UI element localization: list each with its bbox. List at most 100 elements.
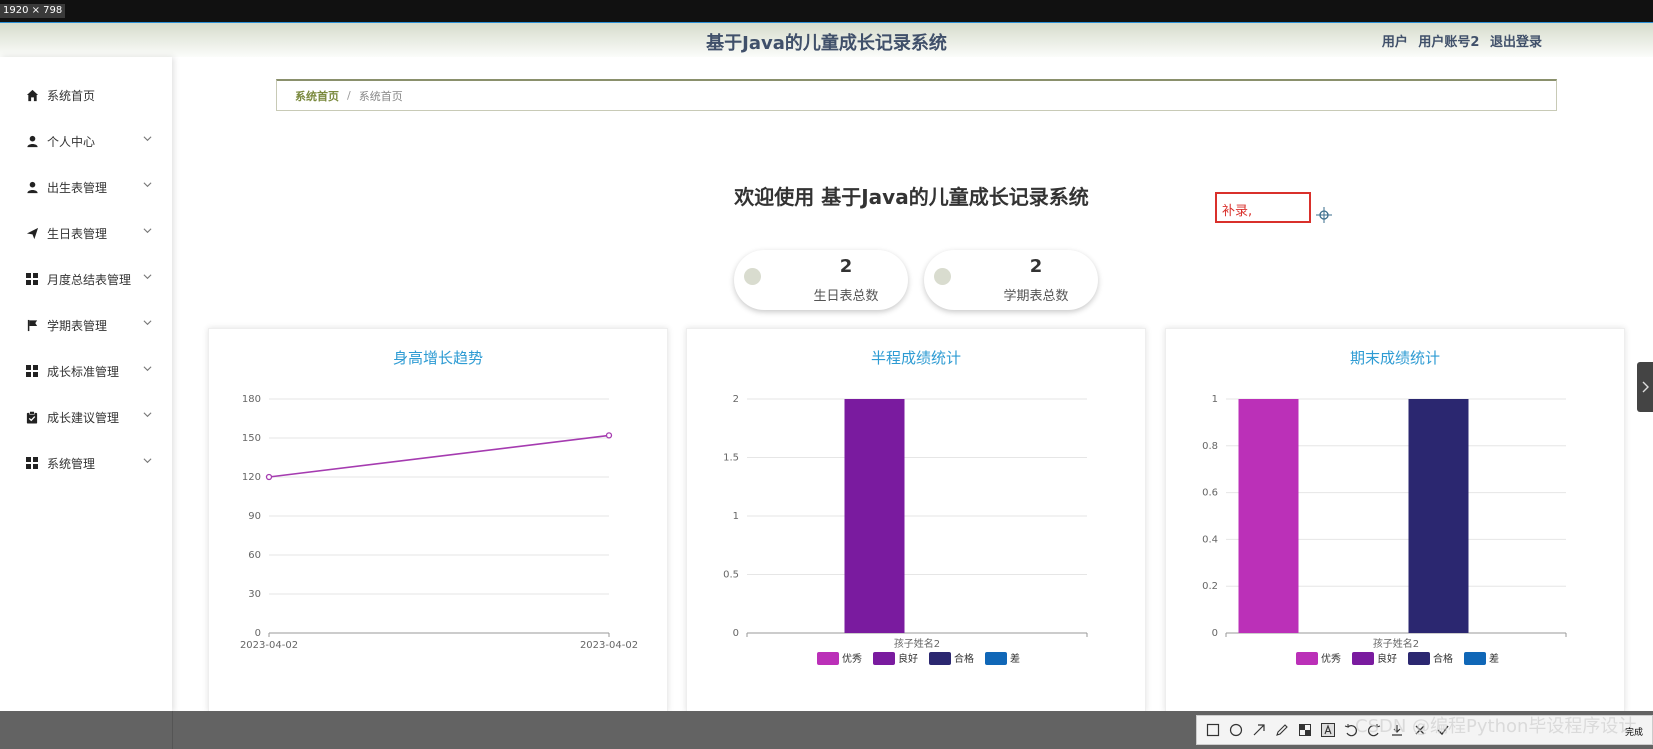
y-tick-label: 0.8 (1202, 441, 1218, 452)
x-tick-label: 孩子姓名2 (894, 637, 940, 650)
divider (172, 711, 173, 749)
line-chart: 0 30 60 90 120 150 180 2023-04-02 2023-04-02 (240, 394, 638, 651)
breadcrumb-home-link[interactable]: 系统首页 (295, 88, 339, 104)
y-tick-label: 150 (242, 433, 261, 444)
chevron-down-icon (143, 228, 152, 234)
stat-label: 学期表总数 (1003, 289, 1069, 304)
breadcrumb-separator: / (347, 89, 351, 102)
y-tick-label: 0.5 (723, 570, 739, 581)
data-point (265, 473, 273, 481)
bar (1408, 399, 1469, 633)
sidebar-item-semester-table[interactable]: 学期表管理 (0, 305, 172, 345)
chevron-down-icon (143, 366, 152, 372)
legend-swatch (985, 652, 1007, 665)
sidebar-item-label: 系统管理 (47, 456, 96, 471)
x-tick-label: 2023-04-02 (240, 640, 298, 651)
user-account: 用户账号2 (1418, 35, 1480, 50)
user-area: 用户 用户账号2 退出登录 (1376, 31, 1542, 50)
chevron-down-icon (143, 412, 152, 418)
bar-chart: 0 0.2 0.4 0.6 0.8 1 孩子姓名2 优秀 良好 合格 差 (1202, 394, 1567, 665)
sidebar-item-birthday-table[interactable]: 生日表管理 (0, 213, 172, 253)
legend-label: 优秀 (1321, 652, 1341, 665)
crosshair-icon (1316, 207, 1332, 223)
grid-icon (25, 272, 39, 286)
welcome-title: 欢迎使用 基于Java的儿童成长记录系统 (734, 185, 1089, 209)
logout-link[interactable]: 退出登录 (1490, 35, 1542, 50)
breadcrumb: 系统首页 / 系统首页 (276, 79, 1557, 111)
text-icon[interactable] (1320, 722, 1336, 738)
y-tick-label: 1 (1212, 394, 1218, 405)
legend-swatch (1352, 652, 1374, 665)
sidebar-item-monthly-summary[interactable]: 月度总结表管理 (0, 259, 172, 299)
user-icon (25, 134, 39, 148)
sidebar-item-label: 个人中心 (47, 134, 96, 149)
y-tick-label: 0.2 (1202, 581, 1218, 592)
y-tick-label: 0 (733, 628, 739, 639)
arrow-icon[interactable] (1251, 722, 1267, 738)
legend-swatch (817, 652, 839, 665)
app-header: 基于Java的儿童成长记录系统 用户 用户账号2 退出登录 (0, 23, 1653, 57)
chevron-down-icon (143, 458, 152, 464)
sidebar-item-label: 月度总结表管理 (47, 272, 132, 287)
user-role: 用户 (1381, 35, 1408, 50)
stat-card-birthday-total: 2 生日表总数 (734, 250, 908, 310)
x-tick-label: 2023-04-02 (580, 640, 638, 651)
annotation-note: 补录, (1215, 192, 1311, 223)
grid-icon (25, 456, 39, 470)
sidebar-item-system-management[interactable]: 系统管理 (0, 443, 172, 483)
ellipse-icon[interactable] (1228, 722, 1244, 738)
sidebar-item-label: 系统首页 (47, 88, 96, 103)
sidebar-item-label: 学期表管理 (47, 318, 108, 333)
sidebar-item-personal-center[interactable]: 个人中心 (0, 121, 172, 161)
legend-swatch (873, 652, 895, 665)
breadcrumb-current: 系统首页 (358, 89, 403, 103)
capture-size-label: 1920 × 798 (0, 4, 66, 18)
y-tick-label: 1.5 (723, 453, 739, 464)
rectangle-icon[interactable] (1205, 722, 1221, 738)
screenshot: 1920 × 798 基于Java的儿童成长记录系统 用户 用户账号2 退出登录… (0, 0, 1653, 749)
grid-icon (25, 364, 39, 378)
chevron-down-icon (143, 274, 152, 280)
chart-card-height-trend: 身高增长趋势 0 30 60 90 120 150 180 2023-04-02 2023-04… (208, 328, 668, 712)
x-tick-label: 孩子姓名2 (1373, 637, 1419, 650)
chart-card-final-scores: 期末成绩统计 0 0.2 0.4 0.6 0.8 1 孩子姓名2 优秀 良好 合格差 (1165, 328, 1625, 712)
legend-label: 良好 (898, 652, 918, 665)
stat-dot-icon (934, 268, 951, 285)
pen-icon[interactable] (1274, 722, 1290, 738)
sidebar-item-home[interactable]: 系统首页 (0, 75, 172, 115)
sidebar-item-growth-advice[interactable]: 成长建议管理 (0, 397, 172, 437)
chevron-down-icon (143, 320, 152, 326)
bar (844, 399, 905, 633)
finish-label[interactable]: 完成 (1625, 725, 1643, 738)
watermark: CSDN @编程Python毕设程序设计 (1355, 716, 1637, 737)
chart-card-midterm-scores: 半程成绩统计 0 0.5 1 1.5 2 孩子姓名2 优秀 良好 合格差 (686, 328, 1146, 712)
stat-dot-icon (744, 268, 761, 285)
sidebar-item-label: 成长标准管理 (47, 364, 120, 379)
legend-label: 优秀 (842, 652, 862, 665)
stat-label: 生日表总数 (813, 289, 879, 304)
y-tick-label: 60 (248, 550, 261, 561)
sidebar-item-growth-standard[interactable]: 成长标准管理 (0, 351, 172, 391)
stat-value: 2 (839, 256, 853, 277)
flag-icon (25, 318, 39, 332)
legend-label: 差 (1010, 652, 1020, 665)
y-tick-label: 0 (255, 628, 261, 639)
capture-top-bar: 1920 × 798 (0, 0, 1653, 22)
legend-label: 合格 (954, 652, 974, 665)
y-tick-label: 120 (242, 472, 261, 483)
mosaic-icon[interactable] (1297, 722, 1313, 738)
y-tick-label: 2 (733, 394, 739, 405)
clipboard-check-icon (25, 410, 39, 424)
sidebar-item-label: 生日表管理 (47, 226, 108, 241)
legend-swatch (1464, 652, 1486, 665)
app-window: 基于Java的儿童成长记录系统 用户 用户账号2 退出登录 系统首页 个人中心 … (0, 22, 1653, 712)
stat-card-semester-total: 2 学期表总数 (924, 250, 1098, 310)
series-line (268, 434, 610, 478)
data-point (605, 432, 613, 439)
home-icon (25, 88, 39, 102)
y-tick-label: 1 (733, 511, 739, 522)
chevron-down-icon (143, 136, 152, 142)
y-tick-label: 30 (248, 589, 261, 600)
expand-panel-handle[interactable] (1637, 362, 1653, 412)
y-tick-label: 0.4 (1202, 534, 1218, 545)
